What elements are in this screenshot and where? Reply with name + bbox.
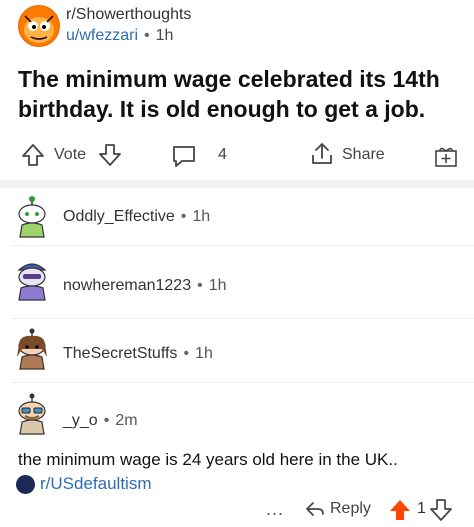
subreddit-name[interactable]: r/Showerthoughts <box>66 6 191 24</box>
arrow-up-filled-icon[interactable] <box>388 498 412 527</box>
post-time: 1h <box>155 27 174 44</box>
comment-author-line: nowhereman1223 • 1h <box>63 277 227 295</box>
comment-author[interactable]: _y_o <box>63 412 98 429</box>
comment-author[interactable]: TheSecretStuffs <box>63 345 177 362</box>
comment-author-line: TheSecretStuffs • 1h <box>63 345 213 363</box>
avatar[interactable] <box>12 258 52 302</box>
community-icon <box>16 475 35 494</box>
subreddit-avatar[interactable] <box>18 5 60 47</box>
subreddit-link[interactable]: r/USdefaultism <box>40 474 151 494</box>
vote-score: 1 <box>417 500 426 517</box>
post-meta: u/wfezzari • 1h <box>66 27 173 45</box>
comment-author[interactable]: Oddly_Effective <box>63 208 175 225</box>
comment-author-line: Oddly_Effective • 1h <box>63 208 210 226</box>
arrow-up-outline-icon[interactable] <box>20 142 46 173</box>
comment-bubble-icon[interactable] <box>170 142 198 175</box>
vote-label: Vote <box>54 146 87 163</box>
comment-author[interactable]: nowhereman1223 <box>63 277 191 294</box>
comment-body: the minimum wage is 24 years old here in… <box>18 450 398 469</box>
comment-author-line: _y_o • 2m <box>63 412 138 430</box>
comment-time: 1h <box>195 345 213 362</box>
separator-dot: • <box>197 277 203 294</box>
separator-dot: • <box>180 208 187 225</box>
reply-arrow-icon[interactable] <box>304 499 326 524</box>
section-divider <box>0 180 474 188</box>
comment-time: 1h <box>192 208 211 225</box>
share-icon[interactable] <box>308 140 336 173</box>
comment-count: 4 <box>218 146 227 163</box>
arrow-down-outline-icon[interactable] <box>97 142 123 173</box>
avatar[interactable] <box>12 195 52 239</box>
comment-divider <box>12 382 474 383</box>
more-options-button[interactable]: ... <box>266 499 284 520</box>
separator-dot: • <box>144 27 150 44</box>
post-author[interactable]: u/wfezzari <box>66 27 138 44</box>
avatar[interactable] <box>12 327 52 371</box>
post-title[interactable]: The minimum wage celebrated its 14th bir… <box>18 64 458 124</box>
avatar[interactable] <box>12 392 52 436</box>
comment-time: 1h <box>208 277 227 294</box>
award-gift-icon[interactable] <box>432 142 460 175</box>
comment-divider <box>12 245 474 246</box>
separator-dot: • <box>103 412 110 429</box>
comment-time: 2m <box>115 412 138 429</box>
separator-dot: • <box>183 345 190 362</box>
share-button-label[interactable]: Share <box>342 146 385 164</box>
arrow-down-outline-icon[interactable] <box>429 498 453 527</box>
reply-button[interactable]: Reply <box>330 500 371 518</box>
comment-divider <box>12 318 474 319</box>
